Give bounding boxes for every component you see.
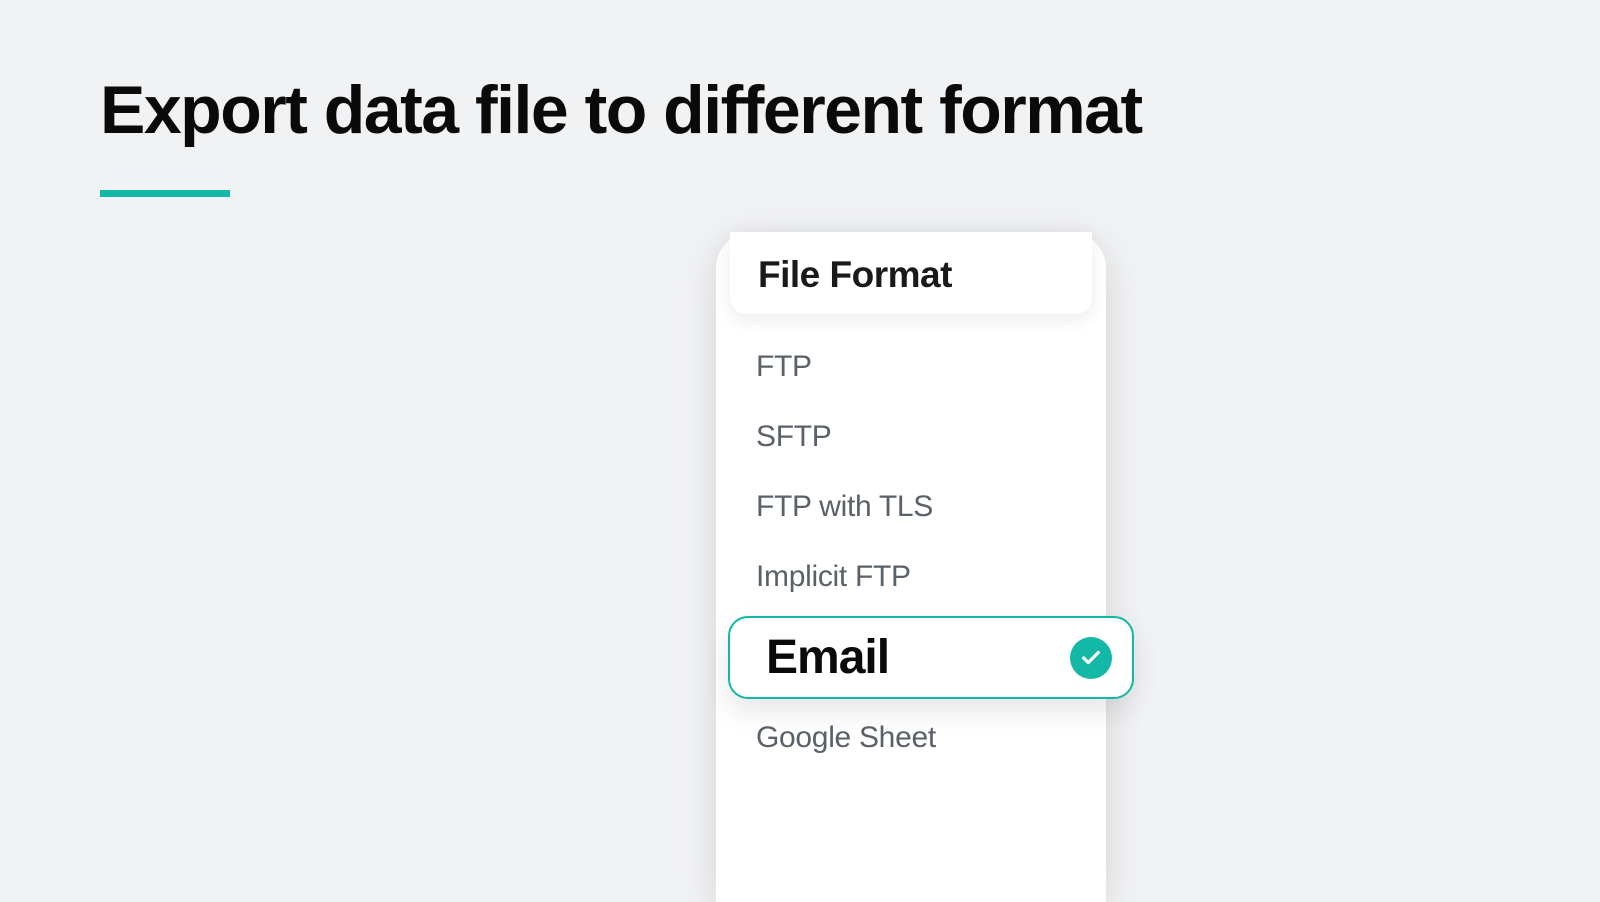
file-format-card: File Format FTP SFTP FTP with TLS Implic… bbox=[716, 232, 1106, 902]
option-sftp[interactable]: SFTP bbox=[716, 402, 1106, 472]
page-title: Export data file to different format bbox=[100, 72, 1142, 148]
option-selected-label: Email bbox=[766, 630, 889, 685]
option-email-selected[interactable]: Email bbox=[728, 616, 1134, 699]
heading-underline bbox=[100, 190, 230, 197]
card-header: File Format bbox=[730, 232, 1092, 314]
options-list: FTP SFTP FTP with TLS Implicit FTP Email… bbox=[716, 332, 1106, 773]
page-heading-container: Export data file to different format bbox=[100, 72, 1142, 197]
option-ftp-tls[interactable]: FTP with TLS bbox=[716, 472, 1106, 542]
card-title: File Format bbox=[758, 254, 1064, 296]
check-icon bbox=[1070, 637, 1112, 679]
option-ftp[interactable]: FTP bbox=[716, 332, 1106, 402]
option-implicit-ftp[interactable]: Implicit FTP bbox=[716, 542, 1106, 612]
option-google-sheet[interactable]: Google Sheet bbox=[716, 703, 1106, 773]
